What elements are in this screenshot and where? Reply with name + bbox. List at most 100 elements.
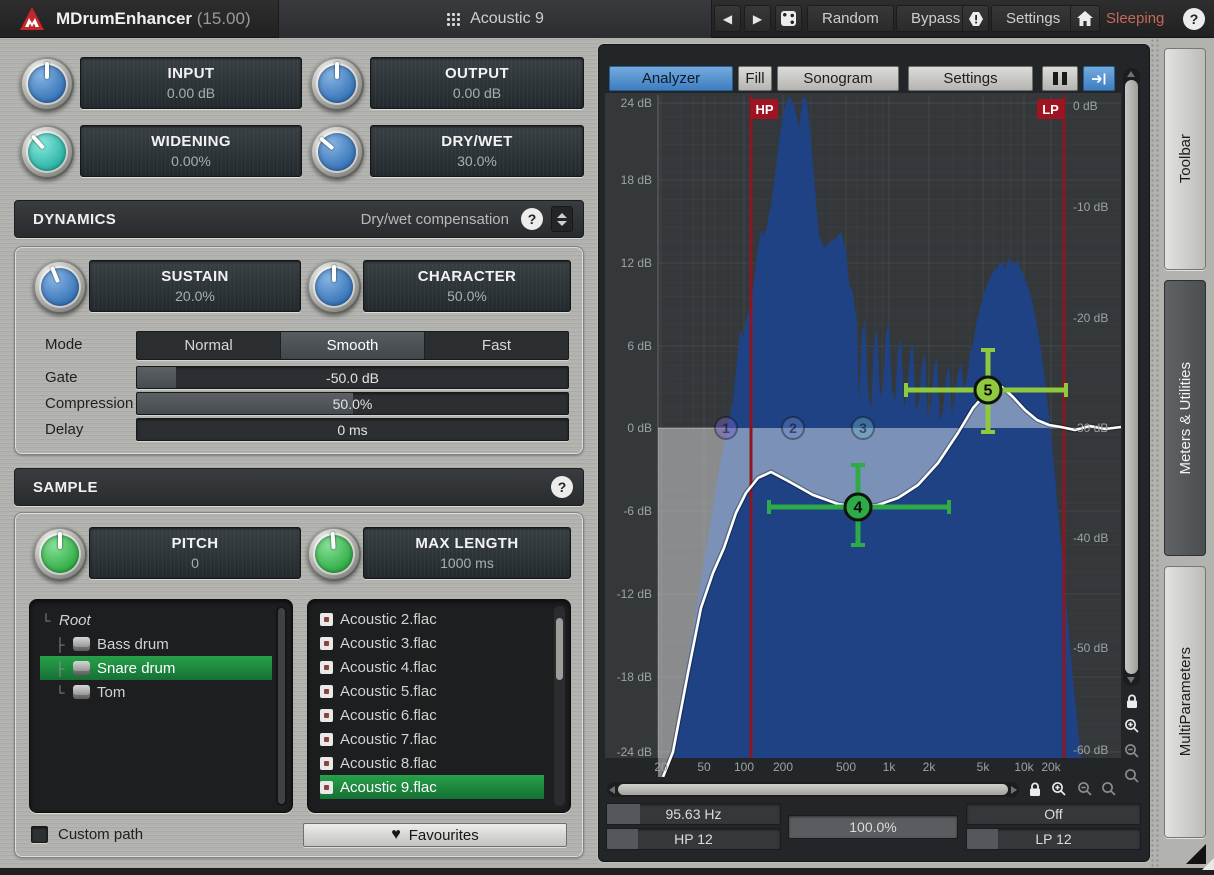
mode-selector: Normal Smooth Fast bbox=[136, 331, 569, 360]
output-display[interactable]: OUTPUT 0.00 dB bbox=[370, 57, 584, 109]
analyzer-horizontal-scrollbar[interactable] bbox=[607, 782, 1019, 797]
svg-text:2: 2 bbox=[789, 420, 797, 436]
side-tab-multiparameters[interactable]: MultiParameters bbox=[1164, 566, 1206, 838]
previous-icon: ◀ bbox=[723, 12, 732, 26]
tree-root-label: Root bbox=[59, 612, 91, 629]
app-title: MDrumEnhancer (15.00) bbox=[56, 9, 251, 29]
svg-text:-10 dB: -10 dB bbox=[1073, 200, 1108, 214]
input-display[interactable]: INPUT 0.00 dB bbox=[80, 57, 302, 109]
delay-slider[interactable]: 0 ms bbox=[136, 418, 569, 441]
svg-text:-24 dB: -24 dB bbox=[617, 745, 652, 759]
snap-button[interactable] bbox=[1083, 66, 1115, 91]
tab-settings[interactable]: Settings bbox=[908, 66, 1033, 91]
file-item[interactable]: Acoustic 4.flac bbox=[320, 655, 544, 679]
scrollbar-thumb[interactable] bbox=[618, 784, 1008, 795]
delay-label: Delay bbox=[45, 421, 83, 438]
help-button[interactable]: ? bbox=[1183, 8, 1205, 30]
sustain-display[interactable]: SUSTAIN 20.0% bbox=[89, 260, 301, 312]
custom-path-checkbox[interactable] bbox=[31, 826, 48, 843]
tab-analyzer[interactable]: Analyzer bbox=[609, 66, 733, 91]
file-item[interactable]: Acoustic 7.flac bbox=[320, 727, 544, 751]
character-knob[interactable] bbox=[307, 260, 361, 314]
file-item[interactable]: Acoustic 6.flac bbox=[320, 703, 544, 727]
svg-text:-60 dB: -60 dB bbox=[1073, 743, 1108, 757]
tab-sonogram[interactable]: Sonogram bbox=[777, 66, 899, 91]
max-length-display[interactable]: MAX LENGTH 1000 ms bbox=[363, 527, 571, 579]
pause-button[interactable] bbox=[1042, 66, 1078, 91]
side-tab-toolbar[interactable]: Toolbar bbox=[1164, 48, 1206, 270]
character-display[interactable]: CHARACTER 50.0% bbox=[363, 260, 571, 312]
max-length-value: 1000 ms bbox=[440, 555, 494, 571]
pitch-display[interactable]: PITCH 0 bbox=[89, 527, 301, 579]
tree-item-bass-drum[interactable]: ├ Bass drum bbox=[40, 632, 272, 656]
freq-zoom-in-button[interactable] bbox=[1049, 779, 1069, 799]
drywet-compensation-label[interactable]: Dry/wet compensation bbox=[361, 211, 509, 228]
tree-item-tom[interactable]: └ Tom bbox=[40, 680, 272, 704]
widening-knob[interactable] bbox=[20, 125, 74, 179]
lp-frequency-bar[interactable]: Off bbox=[966, 803, 1141, 825]
analyzer-display[interactable]: HPLP1234524 dB18 dB12 dB6 dB0 dB-6 dB-12… bbox=[605, 93, 1121, 777]
file-item[interactable]: Acoustic 2.flac bbox=[320, 607, 544, 631]
scrollbar-thumb[interactable] bbox=[1125, 80, 1138, 674]
tree-item-label: Tom bbox=[97, 684, 125, 701]
analyzer-vertical-scrollbar[interactable] bbox=[1123, 68, 1140, 686]
favourites-button[interactable]: ♥ Favourites bbox=[303, 823, 567, 847]
scroll-up-icon bbox=[1127, 71, 1135, 77]
mode-option-normal[interactable]: Normal bbox=[137, 332, 281, 359]
zoom-out-button[interactable] bbox=[1122, 741, 1142, 761]
freq-zoom-out-button[interactable] bbox=[1075, 779, 1095, 799]
hp-frequency-bar[interactable]: 95.63 Hz bbox=[606, 803, 781, 825]
pitch-value: 0 bbox=[191, 555, 199, 571]
lock-icon bbox=[1125, 694, 1139, 709]
drywet-display[interactable]: DRY/WET 30.0% bbox=[370, 125, 584, 177]
question-icon: ? bbox=[528, 211, 537, 227]
gate-slider[interactable]: -50.0 dB bbox=[136, 366, 569, 389]
zoom-in-button[interactable] bbox=[1122, 716, 1142, 736]
window-bottom-edge bbox=[0, 868, 1214, 875]
randomize-button[interactable] bbox=[775, 5, 802, 32]
lp-slope-bar[interactable]: LP 12 bbox=[966, 828, 1141, 850]
random-button[interactable]: Random bbox=[807, 5, 894, 32]
sustain-knob[interactable] bbox=[33, 260, 87, 314]
settings-button[interactable]: Settings bbox=[991, 5, 1075, 32]
mode-option-fast[interactable]: Fast bbox=[425, 332, 568, 359]
input-knob[interactable] bbox=[20, 57, 74, 111]
sleeping-status[interactable]: Sleeping bbox=[1106, 10, 1164, 27]
side-tab-meters-utilities[interactable]: Meters & Utilities bbox=[1164, 280, 1206, 556]
zoom-reset-button[interactable] bbox=[1122, 766, 1142, 786]
dynamics-help-button[interactable]: ? bbox=[521, 208, 543, 230]
tab-fill[interactable]: Fill bbox=[738, 66, 772, 91]
max-length-knob[interactable] bbox=[307, 527, 361, 581]
tree-item-root[interactable]: └ Root bbox=[40, 608, 272, 632]
next-preset-button[interactable]: ▶ bbox=[744, 5, 771, 32]
mix-bar[interactable]: 100.0% bbox=[788, 815, 958, 839]
output-knob[interactable] bbox=[310, 57, 364, 111]
widening-display[interactable]: WIDENING 0.00% bbox=[80, 125, 302, 177]
freq-lock-button[interactable] bbox=[1025, 779, 1045, 799]
previous-preset-button[interactable]: ◀ bbox=[714, 5, 741, 32]
tree-scrollbar[interactable] bbox=[276, 606, 287, 806]
sample-help-button[interactable]: ? bbox=[551, 476, 573, 498]
preset-selector[interactable]: Acoustic 9 bbox=[278, 0, 712, 38]
widening-value: 0.00% bbox=[171, 153, 211, 169]
freq-zoom-reset-button[interactable] bbox=[1099, 779, 1119, 799]
tree-item-snare-drum[interactable]: ├ Snare drum bbox=[40, 656, 272, 680]
file-item[interactable]: Acoustic 3.flac bbox=[320, 631, 544, 655]
alert-button[interactable] bbox=[962, 5, 989, 32]
drywet-knob[interactable] bbox=[310, 125, 364, 179]
pitch-knob[interactable] bbox=[33, 527, 87, 581]
file-item[interactable]: Acoustic 5.flac bbox=[320, 679, 544, 703]
file-list-scrollbar[interactable] bbox=[554, 606, 565, 806]
max-length-label: MAX LENGTH bbox=[415, 535, 518, 552]
home-button[interactable] bbox=[1070, 5, 1100, 32]
hp-slope-bar[interactable]: HP 12 bbox=[606, 828, 781, 850]
file-item[interactable]: Acoustic 8.flac bbox=[320, 751, 544, 775]
dynamics-title: DYNAMICS bbox=[33, 211, 116, 228]
mode-option-smooth[interactable]: Smooth bbox=[281, 332, 425, 359]
custom-path-label: Custom path bbox=[58, 826, 143, 843]
scroll-right-icon bbox=[1011, 786, 1017, 794]
file-item-selected[interactable]: Acoustic 9.flac bbox=[320, 775, 544, 799]
lock-button[interactable] bbox=[1122, 691, 1142, 711]
compression-slider[interactable]: 50.0% bbox=[136, 392, 569, 415]
dynamics-collapse-button[interactable] bbox=[551, 206, 573, 232]
